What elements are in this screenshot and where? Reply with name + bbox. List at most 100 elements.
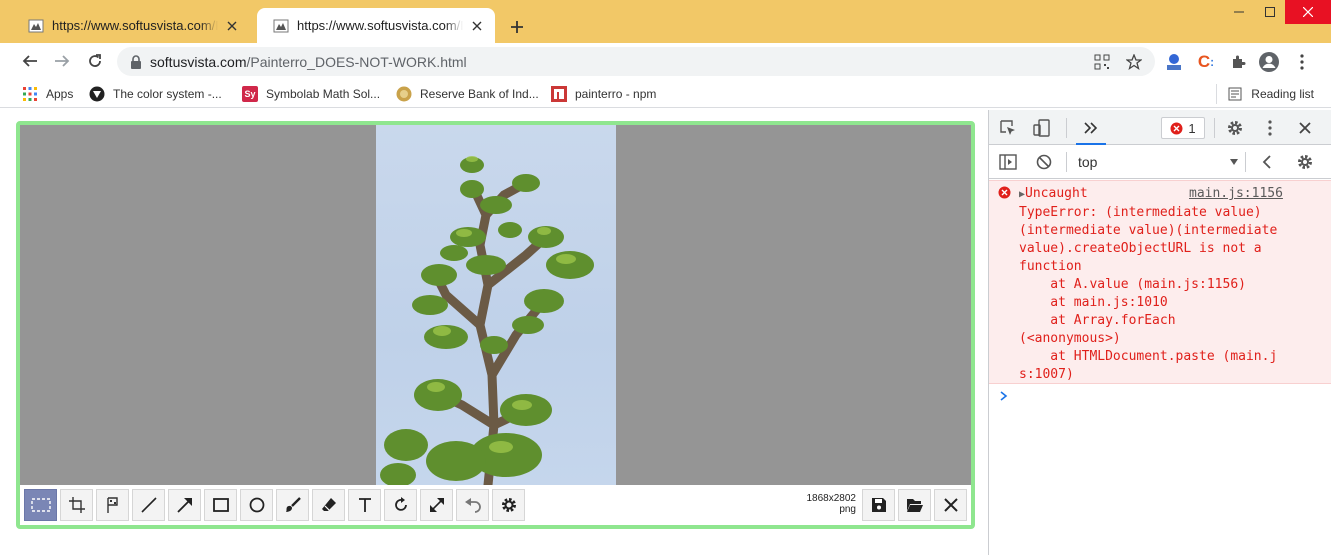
bookmark-rbi[interactable]: Reserve Bank of Ind... (396, 84, 539, 104)
bookmark-symbolab[interactable]: Sy Symbolab Math Sol... (242, 84, 380, 104)
close-icon (943, 498, 958, 512)
console-settings-gear-icon[interactable] (1294, 151, 1316, 173)
close-icon[interactable] (224, 18, 240, 34)
tool-save-button[interactable] (862, 489, 895, 521)
back-button[interactable] (17, 48, 43, 74)
minimize-button[interactable] (1223, 0, 1254, 24)
qr-code-icon[interactable] (1093, 53, 1111, 71)
error-source-link[interactable]: main.js:1156 (1189, 185, 1283, 203)
close-icon[interactable] (1294, 117, 1316, 139)
tool-undo-button[interactable] (456, 489, 489, 521)
arrow-icon (176, 498, 192, 513)
save-icon (871, 498, 886, 512)
address-bar[interactable]: softusvista.com/Painterro_DOES-NOT-WORK.… (117, 47, 1155, 76)
crop-icon (68, 497, 85, 513)
error-text: ▶Uncaught TypeError: (intermediate value… (1019, 185, 1295, 384)
more-vert-icon[interactable] (1259, 117, 1281, 139)
tool-open-button[interactable] (898, 489, 931, 521)
close-icon[interactable] (469, 18, 485, 34)
inspect-element-icon[interactable] (997, 117, 1019, 139)
devtools-separator (1066, 152, 1067, 172)
tab-active[interactable]: https://www.softusvista.com/Painterro_DO… (257, 8, 495, 43)
stack-frame-line[interactable]: at HTMLDocument.paste (main.j (1019, 349, 1277, 364)
tool-line-button[interactable] (132, 489, 165, 521)
console-error-message[interactable]: ▶Uncaught TypeError: (intermediate value… (989, 180, 1331, 384)
image-format-text: png (839, 504, 856, 515)
tool-pixelize-button[interactable] (96, 489, 129, 521)
bookmark-color-system[interactable]: The color system -... (89, 84, 222, 104)
url-text[interactable]: softusvista.com/Painterro_DOES-NOT-WORK.… (150, 54, 467, 70)
tab-title: https://www.softusvista.com/Painterro_DO… (52, 18, 218, 33)
dropdown-arrow-icon[interactable] (1223, 151, 1245, 173)
error-line: function (1019, 259, 1082, 274)
tool-resize-button[interactable] (420, 489, 453, 521)
star-icon[interactable] (1125, 53, 1143, 71)
tool-arrow-button[interactable] (168, 489, 201, 521)
image-info: 1868x2802 png (790, 493, 857, 515)
tool-brush-button[interactable] (276, 489, 309, 521)
tab-inactive[interactable]: https://www.softusvista.com/Painterro_DO… (12, 8, 250, 43)
error-circle-icon (998, 186, 1011, 204)
bookmark-npm[interactable]: painterro - npm (551, 84, 656, 104)
console-output: ▶Uncaught TypeError: (intermediate value… (989, 180, 1331, 401)
site-favicon-icon (273, 18, 289, 34)
folder-open-icon (906, 499, 923, 512)
extension-badge-icon[interactable] (1163, 51, 1185, 73)
symbolab-logo-icon: Sy (242, 86, 258, 102)
tab-strip: https://www.softusvista.com/Painterro_DO… (0, 0, 1331, 43)
devtools-separator (1066, 118, 1067, 138)
window-close-button[interactable] (1285, 0, 1331, 24)
new-tab-button[interactable] (505, 15, 529, 39)
tool-settings-button[interactable] (492, 489, 525, 521)
tool-close-button[interactable] (934, 489, 967, 521)
error-line: value).createObjectURL is not a (1019, 241, 1262, 256)
profile-avatar[interactable] (1258, 51, 1280, 73)
pixelize-icon (106, 497, 118, 513)
resize-icon (429, 498, 444, 512)
window-controls (1223, 0, 1331, 24)
devtools-separator (1214, 118, 1215, 138)
tool-select-button[interactable] (24, 489, 57, 521)
painterro-toolbar: 1868x2802 png (20, 485, 971, 525)
clear-console-icon[interactable] (1033, 151, 1055, 173)
bookmark-apps[interactable]: Apps (22, 84, 73, 104)
brush-icon (285, 497, 301, 512)
tab-title: https://www.softusvista.com/Painterro_DO… (297, 18, 463, 33)
error-count-badge[interactable]: 1 (1161, 117, 1205, 139)
devtools-panel: 1 top ▶Uncaught TypeError: (intermediate… (988, 110, 1331, 555)
stack-frame-line[interactable]: at A.value (main.js:1156) (1019, 277, 1246, 292)
tool-rotate-button[interactable] (384, 489, 417, 521)
context-selector[interactable]: top (1078, 154, 1097, 170)
puzzle-icon[interactable] (1227, 51, 1249, 73)
stack-frame-line[interactable]: s:1007) (1019, 367, 1074, 382)
reading-list-button[interactable]: Reading list (1216, 84, 1314, 104)
lock-icon[interactable] (130, 55, 142, 74)
gear-icon[interactable] (1224, 117, 1246, 139)
tool-eraser-button[interactable] (312, 489, 345, 521)
chevron-left-icon[interactable] (1256, 151, 1278, 173)
more-vert-icon[interactable] (1291, 51, 1313, 73)
rbi-seal-icon (396, 86, 412, 102)
device-toolbar-icon[interactable] (1031, 117, 1053, 139)
maximize-button[interactable] (1254, 0, 1285, 24)
stack-frame-line: at Array.forEach (1019, 313, 1176, 328)
eraser-icon (321, 498, 336, 511)
tool-crop-button[interactable] (60, 489, 93, 521)
tree-image[interactable] (376, 125, 616, 485)
line-icon (140, 497, 157, 513)
tool-text-button[interactable] (348, 489, 381, 521)
console-prompt-chevron-icon[interactable] (1000, 388, 1008, 406)
tool-rect-button[interactable] (204, 489, 237, 521)
stack-frame-line[interactable]: at main.js:1010 (1019, 295, 1167, 310)
rotate-icon (394, 497, 407, 511)
forward-button[interactable] (49, 48, 75, 74)
more-tabs-chevron-icon[interactable] (1080, 117, 1102, 139)
extension-c-icon[interactable]: C: (1195, 51, 1217, 73)
console-toolbar: top (989, 146, 1331, 179)
sidebar-toggle-icon[interactable] (997, 151, 1019, 173)
error-line: Uncaught (1025, 186, 1088, 201)
site-favicon-icon (28, 18, 44, 34)
browser-toolbar: softusvista.com/Painterro_DOES-NOT-WORK.… (0, 43, 1331, 79)
tool-ellipse-button[interactable] (240, 489, 273, 521)
reload-button[interactable] (82, 48, 108, 74)
